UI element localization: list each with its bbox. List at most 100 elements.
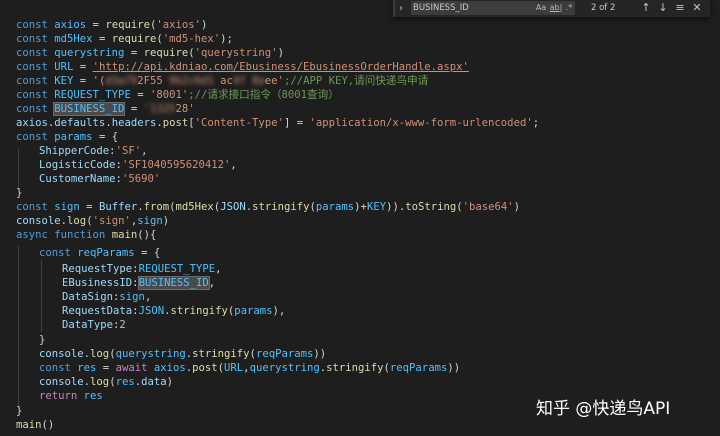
code-line-5[interactable]: const KEY = '(d3a792F55 9b2c6d1 ac4f 8ae… [16,74,428,88]
close-icon[interactable]: ✕ [689,0,705,16]
token: toString [405,201,457,213]
code-line-28[interactable]: } [16,404,22,418]
token: ) [166,376,174,388]
code-line-26[interactable]: console.log(res.data) [39,375,173,389]
token: params [234,305,273,317]
token: 2 [119,319,126,331]
token: ; [532,117,540,129]
code-line-23[interactable]: } [39,333,45,347]
code-line-21[interactable]: RequestData:JSON.stringify(params), [62,304,285,318]
token: = [86,19,106,31]
token: log [67,215,87,227]
code-line-11[interactable]: LogisticCode:'SF1040595620412', [39,158,237,172]
whole-word-toggle[interactable]: ab| [549,1,563,15]
token: DataSign [62,291,114,303]
token: 'axios' [156,19,202,31]
token: require [143,47,189,59]
token: ); [220,33,233,45]
code-line-18[interactable]: RequestType:REQUEST_TYPE, [62,262,222,276]
token: 'md5-hex' [162,33,221,45]
token: EBusinessID [62,277,133,289]
code-line-19[interactable]: EBusinessID:BUSINESS_ID, [62,276,215,290]
token: } [16,187,23,199]
code-line-4[interactable]: const URL = 'http://api.kdniao.com/Ebusi… [16,60,469,74]
token: res [115,376,135,388]
find-in-selection-icon[interactable]: ≡ [672,0,688,16]
token: const [39,247,71,259]
token: const [16,103,48,115]
token: JSON [138,305,165,317]
code-line-29[interactable]: main() [16,418,54,432]
code-line-27[interactable]: return res [39,389,103,403]
find-match: BUSINESS_ID [53,102,126,116]
watermark: 知乎 @快递鸟API [536,399,671,419]
token: ) [162,215,170,227]
token: JSON [220,201,246,213]
token: KEY [54,75,74,87]
token: defaults [54,117,106,129]
code-line-7[interactable]: const BUSINESS_ID = '132528' [16,102,195,116]
token: const [39,362,71,374]
code-line-10[interactable]: ShipperCode:'SF', [39,144,147,158]
code-line-20[interactable]: DataSign:sign, [62,290,151,304]
code-line-15[interactable]: console.log('sign',sign) [16,214,169,228]
token: from [143,201,170,213]
token: require [111,33,157,45]
token: )) [447,362,461,374]
comment: ;//APP KEY,请问快递鸟申请 [283,75,429,87]
token: post [192,362,218,374]
code-line-12[interactable]: CustomerName:'5690' [39,172,160,186]
token: = { [134,247,161,259]
code-line-24[interactable]: console.log(querystring.stringify(reqPar… [39,347,326,361]
token: axios [54,19,87,31]
match-case-toggle[interactable]: Aa [534,1,548,15]
token: stringify [192,348,250,360]
code-line-13[interactable]: } [16,186,22,200]
token: , [141,145,148,157]
code-line-6[interactable]: const REQUEST_TYPE = '8001';//请求接口指令（800… [16,88,339,102]
token: axios [16,117,48,129]
regex-toggle[interactable]: .* [563,1,575,15]
arrow-up-icon[interactable]: ↑ [638,0,654,16]
token: ) [277,47,284,59]
code-line-9[interactable]: const params = { [16,130,118,144]
redacted-text: '1325 [143,103,176,115]
code-line-25[interactable]: const res = await axios.post(URL,queryst… [39,361,460,375]
token: await [115,362,148,374]
token: '8001' [149,89,189,101]
code-line-2[interactable]: const md5Hex = require('md5-hex'); [16,32,233,46]
token: } [39,334,46,346]
code-line-3[interactable]: const querystring = require('querystring… [16,46,284,60]
token: function [54,229,106,241]
token: , [144,291,152,303]
token: querystring [249,362,320,374]
token: REQUEST_TYPE [138,263,216,275]
url-link[interactable]: 'http://api.kdniao.com/Ebusiness/Ebusine… [93,61,469,73]
token: , [230,159,237,171]
token: const [16,75,48,87]
code-line-17[interactable]: const reqParams = { [39,246,160,260]
arrow-down-icon[interactable]: ↓ [655,0,671,16]
token: = [73,75,93,87]
code-line-16[interactable]: async function main(){ [16,228,156,242]
token: post [162,117,189,129]
token: ] = [283,117,310,129]
token: = [96,362,116,374]
comment: ;//请求接口指令（8001查询） [188,89,339,101]
code-line-8[interactable]: axios.defaults.headers.post['Content-Typ… [16,116,539,130]
code-line-14[interactable]: const sign = Buffer.from(md5Hex(JSON.str… [16,200,520,214]
token: querystring [115,348,186,360]
token: 'SF' [115,145,142,157]
find-widget: › BUSINESS_ID Aa ab| .* 2 of 2 ↑ ↓ ≡ ✕ [393,0,710,17]
token: 28' [175,103,195,115]
chevron-right-icon[interactable]: › [399,1,409,16]
token: ), [272,305,286,317]
token: stringify [252,201,310,213]
code-editor[interactable]: const axios = require('axios') const md5… [0,0,720,436]
token: console [39,376,84,388]
code-line-22[interactable]: DataType:2 [62,318,126,332]
token: axios [153,362,186,374]
token: REQUEST_TYPE [54,89,131,101]
redacted-text: 9b2c6d1 [162,75,221,87]
code-line-1[interactable]: const axios = require('axios') [16,18,207,32]
